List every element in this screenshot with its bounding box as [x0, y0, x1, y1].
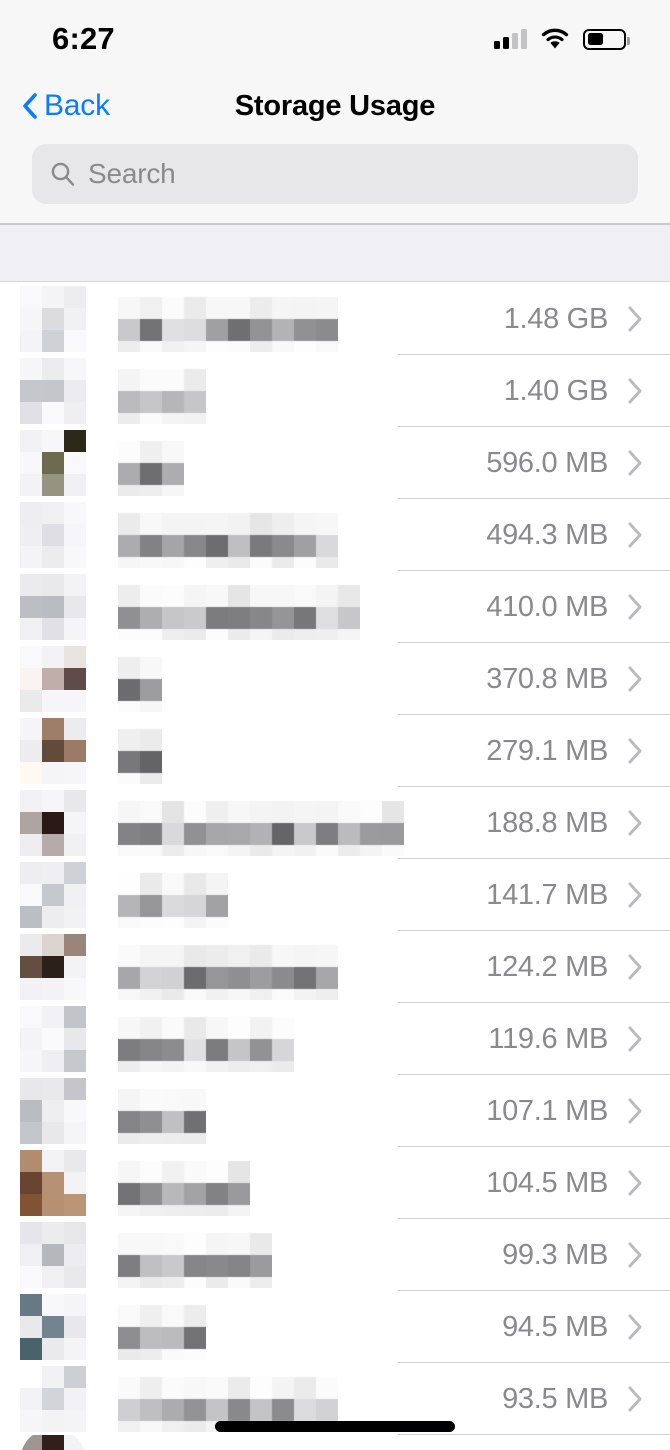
table-row[interactable]: 1.48 GB	[0, 283, 670, 355]
app-name-redacted	[118, 1222, 502, 1288]
app-icon-redacted	[20, 430, 86, 496]
wifi-icon	[541, 28, 569, 49]
app-storage-size: 596.0 MB	[486, 446, 608, 479]
app-storage-size: 1.48 GB	[503, 302, 609, 335]
app-storage-size: 93.5 MB	[502, 1382, 608, 1415]
table-row[interactable]: 107.1 MB	[0, 1075, 670, 1147]
app-storage-size: 119.6 MB	[488, 1022, 608, 1055]
table-row[interactable]: 124.2 MB	[0, 931, 670, 1003]
search-bar-container: Search	[0, 140, 670, 223]
status-bar-indicators	[494, 22, 630, 50]
app-name-redacted	[118, 790, 486, 856]
app-name-redacted	[118, 1294, 502, 1360]
table-row[interactable]: 94.5 MB	[0, 1291, 670, 1363]
chevron-right-icon	[628, 450, 642, 476]
app-icon-redacted	[20, 934, 86, 1000]
app-icon-redacted	[20, 1006, 86, 1072]
app-icon-redacted	[20, 862, 86, 928]
app-name-redacted	[118, 286, 504, 352]
table-row[interactable]: 494.3 MB	[0, 499, 670, 571]
table-row[interactable]: 119.6 MB	[0, 1003, 670, 1075]
app-name-redacted	[118, 574, 486, 640]
app-storage-size: 124.2 MB	[486, 950, 608, 983]
app-name-redacted	[118, 718, 486, 784]
app-storage-size: 494.3 MB	[486, 518, 608, 551]
app-name-redacted	[118, 1150, 486, 1216]
back-button-label: Back	[44, 89, 110, 122]
chevron-right-icon	[628, 306, 642, 332]
app-name-redacted	[118, 502, 486, 568]
navigation-bar: Back Storage Usage	[0, 72, 670, 140]
app-icon-redacted	[20, 1366, 86, 1432]
chevron-right-icon	[628, 1314, 642, 1340]
chevron-right-icon	[628, 882, 642, 908]
table-row[interactable]: 141.7 MB	[0, 859, 670, 931]
list-section-header	[0, 225, 670, 282]
app-storage-size: 410.0 MB	[486, 590, 608, 623]
app-storage-size: 99.3 MB	[502, 1238, 608, 1271]
search-input[interactable]: Search	[32, 144, 638, 204]
chevron-right-icon	[628, 1026, 642, 1052]
chevron-right-icon	[628, 1386, 642, 1412]
search-placeholder: Search	[88, 158, 176, 189]
app-storage-size: 188.8 MB	[486, 806, 608, 839]
app-name-redacted	[118, 934, 486, 1000]
back-button[interactable]: Back	[22, 89, 110, 123]
status-bar-time: 6:27	[52, 21, 115, 56]
status-bar: 6:27	[0, 0, 670, 72]
app-icon-redacted	[20, 1294, 86, 1360]
app-icon-redacted	[20, 574, 86, 640]
app-storage-size: 370.8 MB	[486, 662, 608, 695]
cellular-signal-icon	[494, 29, 527, 49]
app-name-redacted	[118, 1006, 488, 1072]
chevron-right-icon	[628, 666, 642, 692]
app-name-redacted	[118, 862, 486, 928]
app-name-redacted	[118, 1078, 486, 1144]
app-icon-redacted	[20, 1435, 86, 1450]
app-name-redacted	[118, 1435, 652, 1450]
app-storage-size: 104.5 MB	[486, 1166, 608, 1199]
app-icon-redacted	[20, 1222, 86, 1288]
table-row[interactable]: 104.5 MB	[0, 1147, 670, 1219]
search-icon	[51, 162, 75, 186]
chevron-right-icon	[628, 1098, 642, 1124]
chevron-right-icon	[628, 954, 642, 980]
chevron-right-icon	[628, 1242, 642, 1268]
app-icon-redacted	[20, 718, 86, 784]
app-storage-size: 94.5 MB	[502, 1310, 608, 1343]
app-name-redacted	[118, 358, 504, 424]
chevron-right-icon	[628, 1170, 642, 1196]
app-storage-size: 107.1 MB	[486, 1094, 608, 1127]
app-icon-redacted	[20, 646, 86, 712]
app-name-redacted	[118, 430, 486, 496]
app-storage-size: 279.1 MB	[486, 734, 608, 767]
table-row[interactable]: 99.3 MB	[0, 1219, 670, 1291]
chevron-right-icon	[628, 522, 642, 548]
chevron-right-icon	[628, 594, 642, 620]
app-icon-redacted	[20, 790, 86, 856]
app-icon-redacted	[20, 358, 86, 424]
home-indicator	[215, 1421, 455, 1432]
app-icon-redacted	[20, 502, 86, 568]
table-row[interactable]	[0, 1435, 670, 1450]
storage-app-list[interactable]: 1.48 GB 1.40 GB 596.0 MB 494.3 MB 410.0 MB 37…	[0, 283, 670, 1450]
table-row[interactable]: 370.8 MB	[0, 643, 670, 715]
chevron-right-icon	[628, 738, 642, 764]
chevron-left-icon	[23, 93, 37, 119]
table-row[interactable]: 279.1 MB	[0, 715, 670, 787]
table-row[interactable]: 410.0 MB	[0, 571, 670, 643]
app-icon-redacted	[20, 286, 86, 352]
app-icon-redacted	[20, 1150, 86, 1216]
app-storage-size: 1.40 GB	[503, 374, 609, 407]
battery-icon	[583, 28, 630, 50]
chevron-right-icon	[628, 378, 642, 404]
app-storage-size: 141.7 MB	[486, 878, 608, 911]
table-row[interactable]: 596.0 MB	[0, 427, 670, 499]
app-icon-redacted	[20, 1078, 86, 1144]
table-row[interactable]: 1.40 GB	[0, 355, 670, 427]
chevron-right-icon	[628, 810, 642, 836]
table-row[interactable]: 188.8 MB	[0, 787, 670, 859]
storage-usage-screen: 6:27 Back Storage Usage Search 1.48 GB 1…	[0, 0, 670, 1450]
app-name-redacted	[118, 646, 486, 712]
